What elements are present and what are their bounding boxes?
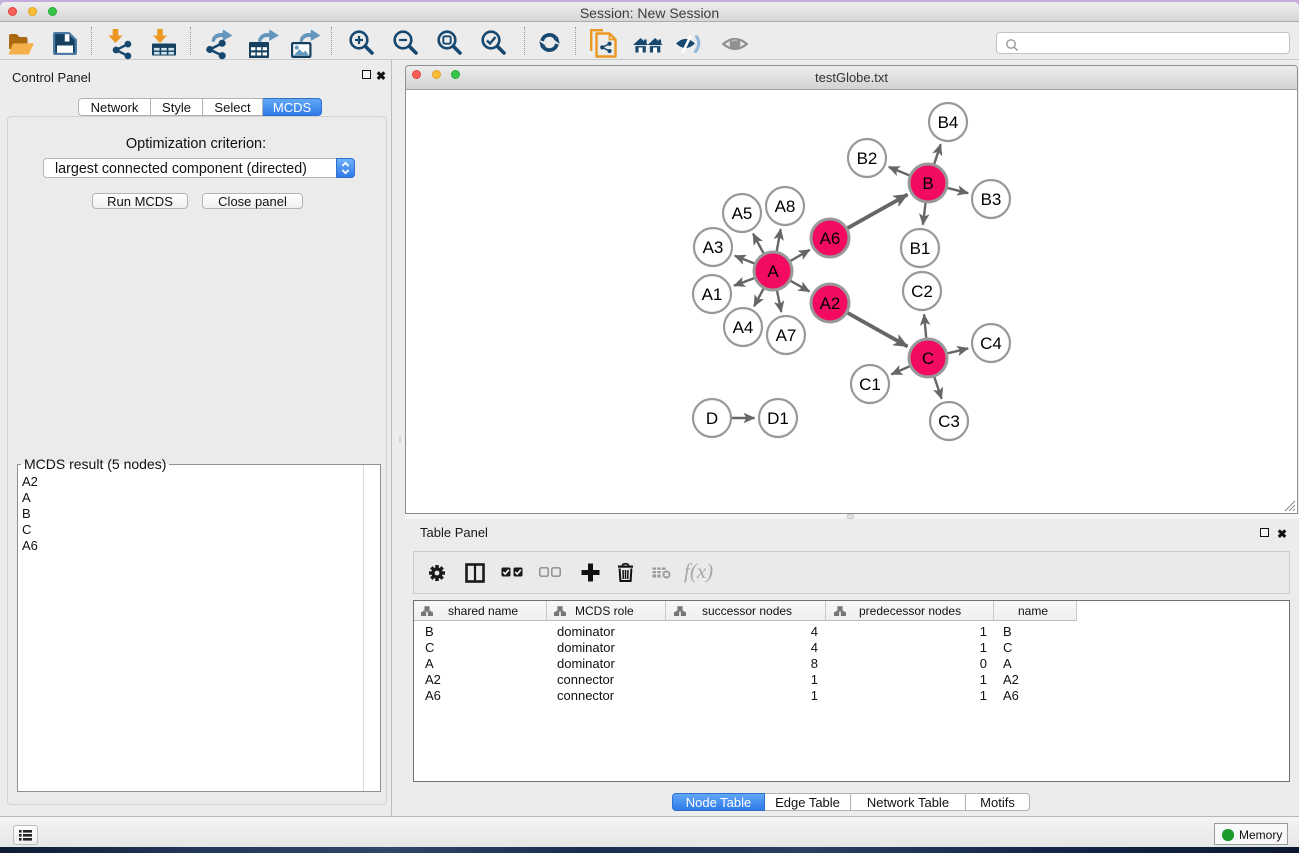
svg-text:A1: A1: [702, 285, 723, 304]
svg-text:B2: B2: [857, 149, 878, 168]
svg-text:A6: A6: [820, 229, 841, 248]
svg-text:B: B: [922, 174, 933, 193]
svg-text:A7: A7: [776, 326, 797, 345]
svg-text:D: D: [706, 409, 718, 428]
svg-text:A8: A8: [775, 197, 796, 216]
svg-text:B4: B4: [938, 113, 959, 132]
svg-text:B3: B3: [981, 190, 1002, 209]
svg-text:A5: A5: [732, 204, 753, 223]
svg-text:A: A: [767, 262, 779, 281]
svg-text:A3: A3: [703, 238, 724, 257]
svg-text:C1: C1: [859, 375, 881, 394]
svg-text:B1: B1: [910, 239, 931, 258]
svg-text:D1: D1: [767, 409, 789, 428]
svg-text:C4: C4: [980, 334, 1002, 353]
svg-text:C2: C2: [911, 282, 933, 301]
svg-text:A4: A4: [733, 318, 754, 337]
svg-text:C: C: [922, 349, 934, 368]
svg-text:A2: A2: [820, 294, 841, 313]
svg-text:C3: C3: [938, 412, 960, 431]
